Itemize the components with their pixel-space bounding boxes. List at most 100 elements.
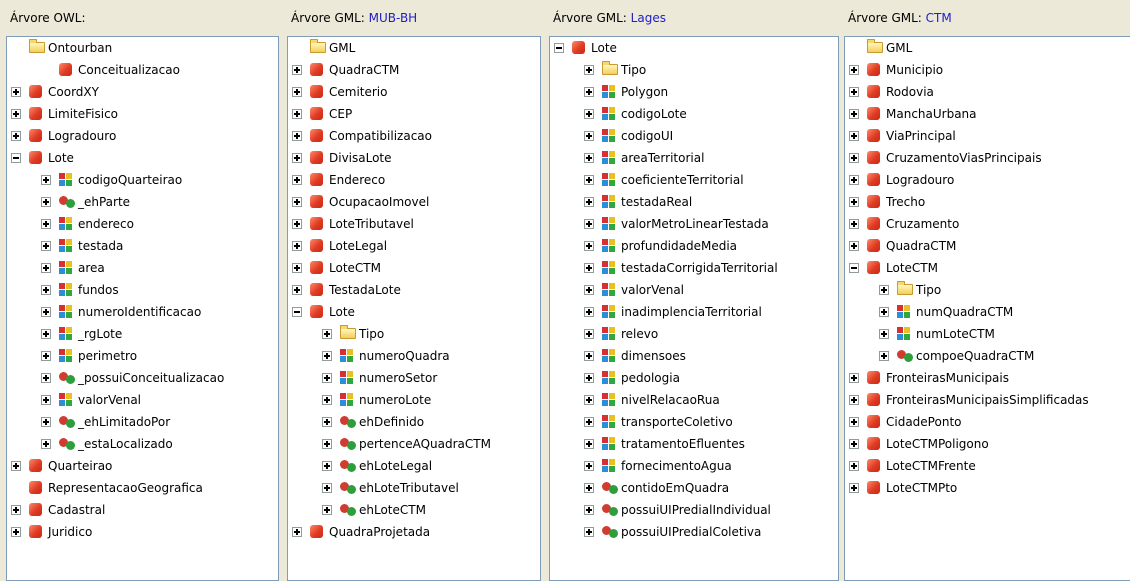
expand-icon[interactable] bbox=[322, 329, 332, 339]
expand-icon[interactable] bbox=[11, 461, 21, 471]
tree-item-testada-lote[interactable]: TestadaLote bbox=[288, 279, 540, 301]
tree-item-transporte-coletivo[interactable]: transporteColetivo bbox=[550, 411, 838, 433]
tree-item-logradouro[interactable]: Logradouro bbox=[845, 169, 1130, 191]
tree-item-eh-lote-tributavel[interactable]: ehLoteTributavel bbox=[288, 477, 540, 499]
tree-item-lote-tributavel[interactable]: LoteTributavel bbox=[288, 213, 540, 235]
tree-item-num-quadra-ctm[interactable]: numQuadraCTM bbox=[845, 301, 1130, 323]
tree-item-codigo-lote[interactable]: codigoLote bbox=[550, 103, 838, 125]
expand-icon[interactable] bbox=[292, 175, 302, 185]
tree-item-coeficiente-territorial[interactable]: coeficienteTerritorial bbox=[550, 169, 838, 191]
tree-item-quadra-ctm[interactable]: QuadraCTM bbox=[288, 59, 540, 81]
tree-item-num-lote-ctm[interactable]: numLoteCTM bbox=[845, 323, 1130, 345]
tree-item-cemiterio[interactable]: Cemiterio bbox=[288, 81, 540, 103]
expand-icon[interactable] bbox=[584, 461, 594, 471]
tree-item-rodovia[interactable]: Rodovia bbox=[845, 81, 1130, 103]
tree-item-coord-xy[interactable]: CoordXY bbox=[7, 81, 278, 103]
expand-icon[interactable] bbox=[584, 87, 594, 97]
expand-icon[interactable] bbox=[849, 461, 859, 471]
tree-item-eh-parte[interactable]: _ehParte bbox=[7, 191, 278, 213]
tree-item-cep[interactable]: CEP bbox=[288, 103, 540, 125]
expand-icon[interactable] bbox=[849, 131, 859, 141]
expand-icon[interactable] bbox=[41, 175, 51, 185]
expand-icon[interactable] bbox=[292, 131, 302, 141]
expand-icon[interactable] bbox=[41, 329, 51, 339]
expand-icon[interactable] bbox=[11, 527, 21, 537]
expand-icon[interactable] bbox=[322, 461, 332, 471]
tree-item-eh-lote-legal[interactable]: ehLoteLegal bbox=[288, 455, 540, 477]
tree-item-nivel-relacao-rua[interactable]: nivelRelacaoRua bbox=[550, 389, 838, 411]
expand-icon[interactable] bbox=[292, 87, 302, 97]
tree-item-fronteiras-municipais[interactable]: FronteirasMunicipais bbox=[845, 367, 1130, 389]
tree-item-numero-lote[interactable]: numeroLote bbox=[288, 389, 540, 411]
tree-item-testada-real[interactable]: testadaReal bbox=[550, 191, 838, 213]
tree-item-endereco[interactable]: endereco bbox=[7, 213, 278, 235]
expand-icon[interactable] bbox=[322, 505, 332, 515]
tree-item-possui-uipredial-coletiva[interactable]: possuiUIPredialColetiva bbox=[550, 521, 838, 543]
expand-icon[interactable] bbox=[584, 219, 594, 229]
expand-icon[interactable] bbox=[41, 197, 51, 207]
expand-icon[interactable] bbox=[292, 219, 302, 229]
expand-icon[interactable] bbox=[41, 417, 51, 427]
expand-icon[interactable] bbox=[584, 109, 594, 119]
expand-icon[interactable] bbox=[849, 395, 859, 405]
tree-item-numero-setor[interactable]: numeroSetor bbox=[288, 367, 540, 389]
tree-item-inadimplencia-territorial[interactable]: inadimplenciaTerritorial bbox=[550, 301, 838, 323]
tree-item-polygon[interactable]: Polygon bbox=[550, 81, 838, 103]
expand-icon[interactable] bbox=[292, 527, 302, 537]
expand-icon[interactable] bbox=[41, 263, 51, 273]
expand-icon[interactable] bbox=[849, 197, 859, 207]
tree-item-lote[interactable]: Lote bbox=[550, 37, 838, 59]
expand-icon[interactable] bbox=[11, 87, 21, 97]
tree-item-eh-lote-ctm[interactable]: ehLoteCTM bbox=[288, 499, 540, 521]
tree-item-eh-definido[interactable]: ehDefinido bbox=[288, 411, 540, 433]
expand-icon[interactable] bbox=[41, 439, 51, 449]
expand-icon[interactable] bbox=[879, 329, 889, 339]
tree-item-ocupacao-imovel[interactable]: OcupacaoImovel bbox=[288, 191, 540, 213]
expand-icon[interactable] bbox=[322, 417, 332, 427]
expand-icon[interactable] bbox=[584, 483, 594, 493]
expand-icon[interactable] bbox=[849, 241, 859, 251]
expand-icon[interactable] bbox=[849, 373, 859, 383]
expand-icon[interactable] bbox=[584, 131, 594, 141]
tree-item-cadastral[interactable]: Cadastral bbox=[7, 499, 278, 521]
expand-icon[interactable] bbox=[322, 439, 332, 449]
expand-icon[interactable] bbox=[584, 329, 594, 339]
expand-icon[interactable] bbox=[584, 395, 594, 405]
expand-icon[interactable] bbox=[584, 417, 594, 427]
tree-item-compoe-quadra-ctm[interactable]: compoeQuadraCTM bbox=[845, 345, 1130, 367]
tree-item-eh-limitado-por[interactable]: _ehLimitadoPor bbox=[7, 411, 278, 433]
tree-item-logradouro[interactable]: Logradouro bbox=[7, 125, 278, 147]
tree-item-cruzamento-vias-principais[interactable]: CruzamentoViasPrincipais bbox=[845, 147, 1130, 169]
collapse-icon[interactable] bbox=[849, 263, 859, 273]
expand-icon[interactable] bbox=[584, 175, 594, 185]
expand-icon[interactable] bbox=[849, 417, 859, 427]
tree-item-representacao-geografica[interactable]: RepresentacaoGeografica bbox=[7, 477, 278, 499]
tree-item-valor-metro-linear-testada[interactable]: valorMetroLinearTestada bbox=[550, 213, 838, 235]
tree-item-possui-conceitualizacao[interactable]: _possuiConceitualizacao bbox=[7, 367, 278, 389]
collapse-icon[interactable] bbox=[554, 43, 564, 53]
expand-icon[interactable] bbox=[584, 263, 594, 273]
expand-icon[interactable] bbox=[584, 439, 594, 449]
expand-icon[interactable] bbox=[584, 351, 594, 361]
owl-tree[interactable]: Ontourban Conceitualizacao CoordXY LimiteFi… bbox=[6, 36, 279, 581]
expand-icon[interactable] bbox=[849, 483, 859, 493]
expand-icon[interactable] bbox=[584, 505, 594, 515]
tree-item-testada-corrigida-territorial[interactable]: testadaCorrigidaTerritorial bbox=[550, 257, 838, 279]
tree-item-fronteiras-municipais-simplificadas[interactable]: FronteirasMunicipaisSimplificadas bbox=[845, 389, 1130, 411]
expand-icon[interactable] bbox=[322, 351, 332, 361]
tree-item-numero-identificacao[interactable]: numeroIdentificacao bbox=[7, 301, 278, 323]
tree-item-mancha-urbana[interactable]: ManchaUrbana bbox=[845, 103, 1130, 125]
expand-icon[interactable] bbox=[41, 219, 51, 229]
gml-tree-mub-bh[interactable]: GML QuadraCTM Cemiterio CEP Compatibilizacao… bbox=[287, 36, 541, 581]
tree-item-endereco[interactable]: Endereco bbox=[288, 169, 540, 191]
tree-item-juridico[interactable]: Juridico bbox=[7, 521, 278, 543]
tree-item-rg-lote[interactable]: _rgLote bbox=[7, 323, 278, 345]
expand-icon[interactable] bbox=[584, 65, 594, 75]
gml-tree-ctm[interactable]: GML Municipio Rodovia ManchaUrbana ViaPrinci… bbox=[844, 36, 1130, 581]
expand-icon[interactable] bbox=[41, 373, 51, 383]
expand-icon[interactable] bbox=[584, 241, 594, 251]
tree-item-profundidade-media[interactable]: profundidadeMedia bbox=[550, 235, 838, 257]
tree-item-lote-ctmpoligono[interactable]: LoteCTMPoligono bbox=[845, 433, 1130, 455]
expand-icon[interactable] bbox=[849, 87, 859, 97]
expand-icon[interactable] bbox=[11, 131, 21, 141]
